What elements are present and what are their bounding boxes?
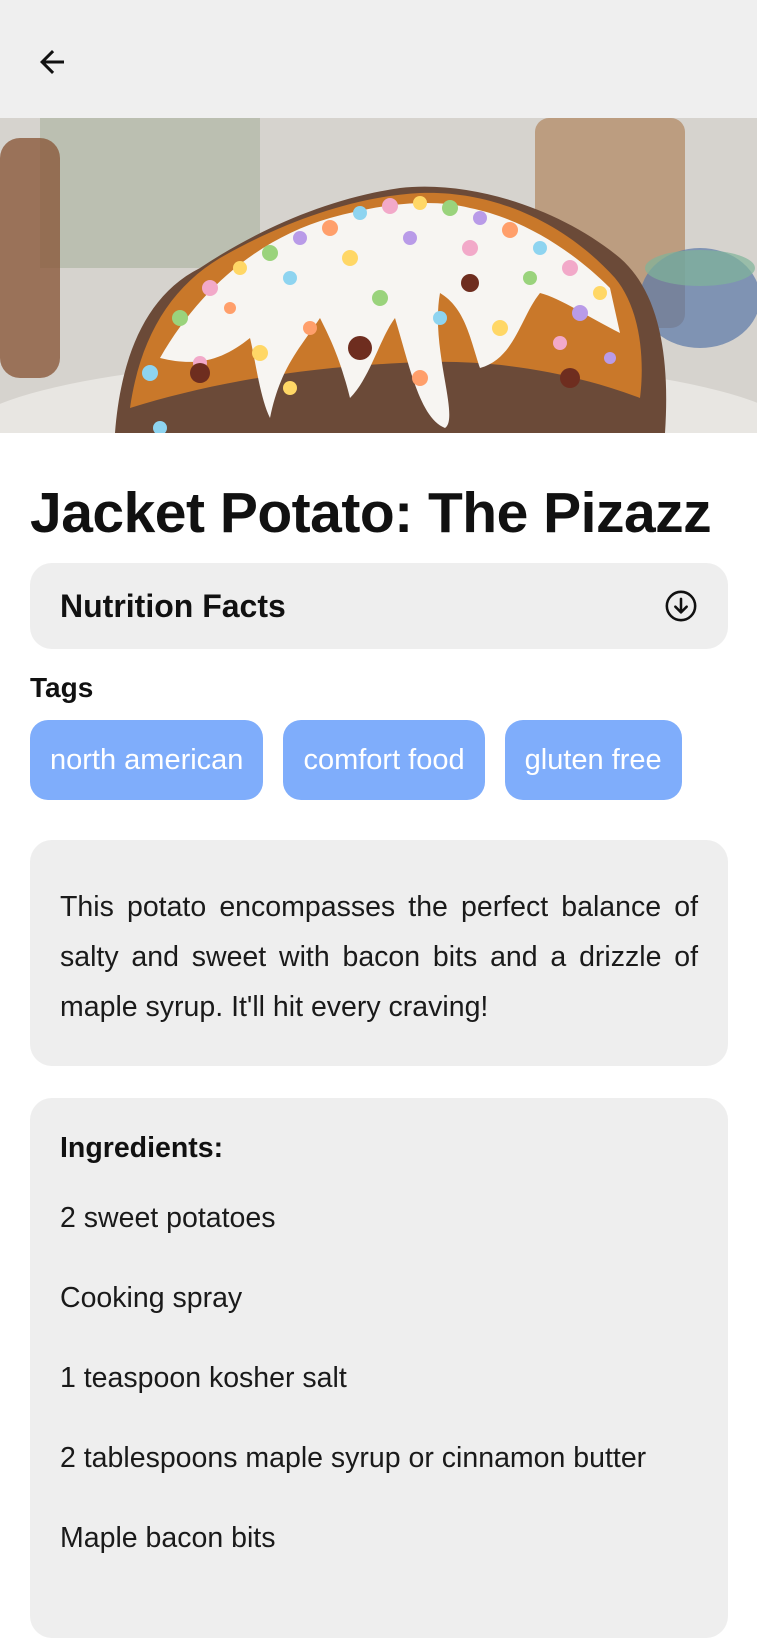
description-card: This potato encompasses the perfect bala… bbox=[30, 840, 728, 1066]
ingredient-item: 1 teaspoon kosher salt bbox=[60, 1362, 347, 1394]
ingredient-item: 2 tablespoons maple syrup or cinnamon bu… bbox=[60, 1442, 647, 1474]
back-button[interactable] bbox=[26, 36, 78, 88]
arrow-left-icon bbox=[40, 50, 64, 74]
tag-comfort-food[interactable]: comfort food bbox=[283, 720, 485, 800]
tag-gluten-free[interactable]: gluten free bbox=[504, 720, 682, 800]
ingredient-item: Maple bacon bits bbox=[60, 1522, 276, 1554]
nutrition-facts-toggle[interactable]: Nutrition Facts bbox=[30, 563, 728, 649]
recipe-description: This potato encompasses the perfect bala… bbox=[60, 891, 698, 1023]
top-app-bar bbox=[0, 0, 757, 118]
ingredients-heading: Ingredients: bbox=[60, 1132, 224, 1164]
ingredients-card: Ingredients: 2 sweet potatoes Cooking sp… bbox=[30, 1098, 728, 1638]
ingredient-item: Cooking spray bbox=[60, 1282, 243, 1314]
tags-list: north american comfort food gluten free bbox=[30, 720, 682, 800]
recipe-hero-image bbox=[0, 118, 757, 433]
recipe-title: Jacket Potato: The Pizazz bbox=[30, 481, 712, 545]
tag-north-american[interactable]: north american bbox=[30, 720, 264, 800]
hero-illustration bbox=[0, 118, 757, 433]
ingredient-item: 2 sweet potatoes bbox=[60, 1202, 276, 1234]
nutrition-facts-label: Nutrition Facts bbox=[60, 587, 286, 624]
ingredients-list: 2 sweet potatoes Cooking spray 1 teaspoo… bbox=[60, 1198, 708, 1598]
circle-arrow-down-icon bbox=[665, 590, 697, 622]
tags-heading: Tags bbox=[30, 672, 94, 703]
